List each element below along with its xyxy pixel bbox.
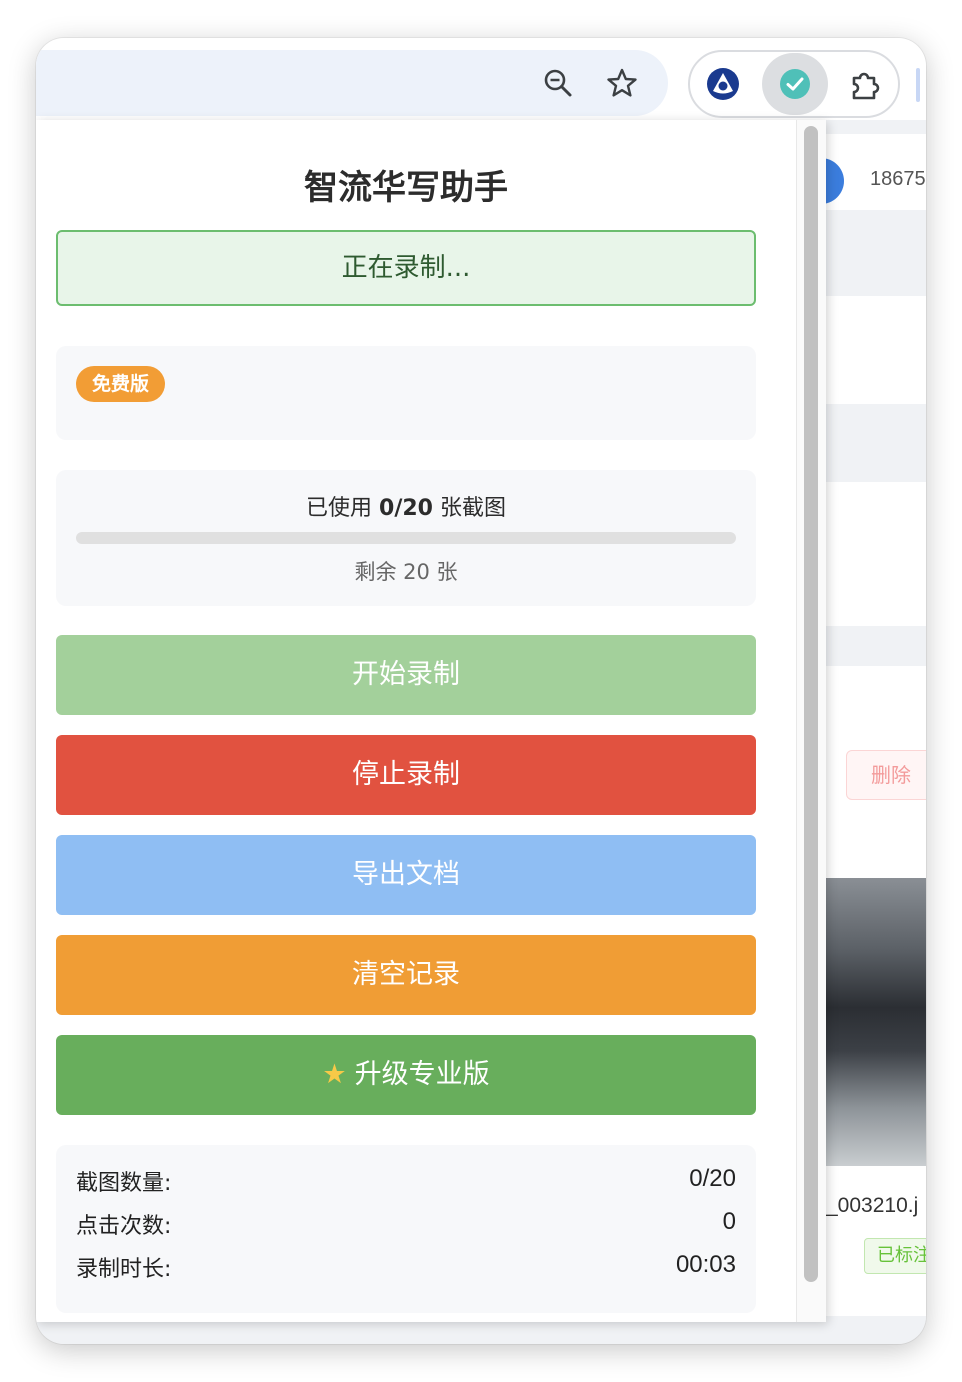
bg-card (826, 482, 926, 626)
stat-value: 00:03 (675, 1251, 736, 1278)
plan-panel: 免费版 (56, 346, 756, 440)
stat-row-screenshots: 截图数量: 0/20 (76, 1165, 736, 1205)
address-bar[interactable] (36, 50, 668, 116)
usage-panel: 已使用 0/20 张截图 剩余 20 张 (56, 470, 756, 606)
stat-label: 录制时长: (76, 1257, 172, 1282)
popup-title: 智流华写助手 (304, 168, 508, 208)
upgrade-label: 升级专业版 (354, 1059, 490, 1090)
extensions-area (688, 50, 900, 118)
zoom-out-icon[interactable] (540, 65, 576, 101)
bg-photo-thumbnail[interactable] (826, 878, 926, 1166)
recording-status: 正在录制... (56, 230, 756, 306)
stat-value: 0/20 (689, 1165, 736, 1192)
bg-filename: _003210.j (826, 1194, 919, 1217)
export-document-button[interactable]: 导出文档 (56, 835, 756, 915)
toolbar-edge (916, 68, 920, 102)
clear-records-button[interactable]: 清空记录 (56, 935, 756, 1015)
stat-row-duration: 录制时长: 00:03 (76, 1251, 736, 1291)
triangle-extension-icon[interactable] (700, 61, 746, 107)
stat-row-clicks: 点击次数: 0 (76, 1208, 736, 1248)
browser-window: 18675 删除 _003210.j 已标注 智流华写助手 正在录制... 免费… (36, 38, 926, 1344)
stop-recording-button[interactable]: 停止录制 (56, 735, 756, 815)
upgrade-pro-button[interactable]: ★ 升级专业版 (56, 1035, 756, 1115)
bg-phone-number: 18675 (870, 168, 926, 190)
usage-summary: 已使用 0/20 张截图 (56, 490, 756, 522)
stat-value: 0 (722, 1208, 736, 1235)
usage-count: 0/20 (379, 496, 433, 521)
start-recording-button[interactable]: 开始录制 (56, 635, 756, 715)
usage-progress-bar (76, 532, 736, 544)
stat-label: 点击次数: (76, 1214, 172, 1239)
bg-card (826, 296, 926, 404)
extension-popup: 智流华写助手 正在录制... 免费版 已使用 0/20 张截图 剩余 20 张 … (36, 120, 826, 1322)
browser-toolbar (36, 38, 926, 120)
puzzle-extensions-icon[interactable] (842, 61, 888, 107)
check-extension-icon[interactable] (762, 53, 828, 115)
usage-prefix: 已使用 (306, 496, 373, 521)
delete-label: 删除 (871, 763, 911, 787)
stat-label: 截图数量: (76, 1171, 172, 1196)
popup-scrollbar-thumb[interactable] (804, 126, 818, 1282)
bg-delete-button[interactable]: 删除 (846, 750, 926, 800)
bookmark-star-icon[interactable] (604, 65, 640, 101)
plan-badge: 免费版 (76, 366, 166, 402)
bg-status-tag: 已标注 (864, 1238, 926, 1274)
stats-panel: 截图数量: 0/20 点击次数: 0 录制时长: 00:03 (56, 1145, 756, 1313)
usage-remaining: 剩余 20 张 (354, 560, 458, 584)
usage-suffix: 张截图 (439, 496, 506, 521)
star-icon: ★ (322, 1059, 347, 1090)
